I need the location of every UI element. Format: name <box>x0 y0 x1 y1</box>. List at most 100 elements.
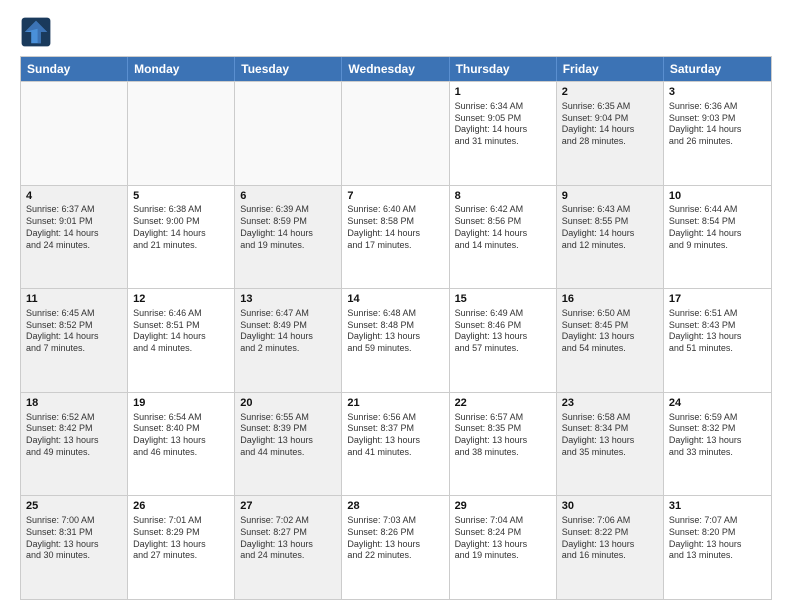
day-info: Sunrise: 6:54 AM Sunset: 8:40 PM Dayligh… <box>133 412 229 459</box>
day-number: 27 <box>240 499 336 514</box>
day-info: Sunrise: 7:02 AM Sunset: 8:27 PM Dayligh… <box>240 515 336 562</box>
calendar-cell: 31Sunrise: 7:07 AM Sunset: 8:20 PM Dayli… <box>664 496 771 599</box>
day-info: Sunrise: 6:55 AM Sunset: 8:39 PM Dayligh… <box>240 412 336 459</box>
calendar-row-1: 4Sunrise: 6:37 AM Sunset: 9:01 PM Daylig… <box>21 185 771 289</box>
day-number: 28 <box>347 499 443 514</box>
calendar-cell: 28Sunrise: 7:03 AM Sunset: 8:26 PM Dayli… <box>342 496 449 599</box>
day-number: 24 <box>669 396 766 411</box>
calendar-cell: 5Sunrise: 6:38 AM Sunset: 9:00 PM Daylig… <box>128 186 235 289</box>
calendar-cell: 27Sunrise: 7:02 AM Sunset: 8:27 PM Dayli… <box>235 496 342 599</box>
day-number: 2 <box>562 85 658 100</box>
page: SundayMondayTuesdayWednesdayThursdayFrid… <box>0 0 792 612</box>
calendar-row-3: 18Sunrise: 6:52 AM Sunset: 8:42 PM Dayli… <box>21 392 771 496</box>
calendar-cell: 18Sunrise: 6:52 AM Sunset: 8:42 PM Dayli… <box>21 393 128 496</box>
day-info: Sunrise: 6:47 AM Sunset: 8:49 PM Dayligh… <box>240 308 336 355</box>
day-number: 9 <box>562 189 658 204</box>
calendar-cell: 22Sunrise: 6:57 AM Sunset: 8:35 PM Dayli… <box>450 393 557 496</box>
day-info: Sunrise: 6:59 AM Sunset: 8:32 PM Dayligh… <box>669 412 766 459</box>
calendar-cell: 11Sunrise: 6:45 AM Sunset: 8:52 PM Dayli… <box>21 289 128 392</box>
calendar-cell: 9Sunrise: 6:43 AM Sunset: 8:55 PM Daylig… <box>557 186 664 289</box>
calendar-cell: 23Sunrise: 6:58 AM Sunset: 8:34 PM Dayli… <box>557 393 664 496</box>
calendar-cell: 3Sunrise: 6:36 AM Sunset: 9:03 PM Daylig… <box>664 82 771 185</box>
calendar-cell: 20Sunrise: 6:55 AM Sunset: 8:39 PM Dayli… <box>235 393 342 496</box>
day-number: 26 <box>133 499 229 514</box>
day-header-wednesday: Wednesday <box>342 57 449 81</box>
day-info: Sunrise: 7:07 AM Sunset: 8:20 PM Dayligh… <box>669 515 766 562</box>
day-info: Sunrise: 6:49 AM Sunset: 8:46 PM Dayligh… <box>455 308 551 355</box>
calendar: SundayMondayTuesdayWednesdayThursdayFrid… <box>20 56 772 600</box>
day-info: Sunrise: 6:43 AM Sunset: 8:55 PM Dayligh… <box>562 204 658 251</box>
day-header-saturday: Saturday <box>664 57 771 81</box>
calendar-cell: 26Sunrise: 7:01 AM Sunset: 8:29 PM Dayli… <box>128 496 235 599</box>
day-info: Sunrise: 6:58 AM Sunset: 8:34 PM Dayligh… <box>562 412 658 459</box>
calendar-cell: 25Sunrise: 7:00 AM Sunset: 8:31 PM Dayli… <box>21 496 128 599</box>
day-number: 16 <box>562 292 658 307</box>
day-number: 18 <box>26 396 122 411</box>
calendar-cell: 16Sunrise: 6:50 AM Sunset: 8:45 PM Dayli… <box>557 289 664 392</box>
calendar-cell: 12Sunrise: 6:46 AM Sunset: 8:51 PM Dayli… <box>128 289 235 392</box>
day-number: 14 <box>347 292 443 307</box>
day-number: 8 <box>455 189 551 204</box>
day-info: Sunrise: 6:37 AM Sunset: 9:01 PM Dayligh… <box>26 204 122 251</box>
logo-icon <box>20 16 52 48</box>
day-info: Sunrise: 6:48 AM Sunset: 8:48 PM Dayligh… <box>347 308 443 355</box>
day-info: Sunrise: 6:38 AM Sunset: 9:00 PM Dayligh… <box>133 204 229 251</box>
calendar-cell: 30Sunrise: 7:06 AM Sunset: 8:22 PM Dayli… <box>557 496 664 599</box>
day-number: 22 <box>455 396 551 411</box>
day-header-friday: Friday <box>557 57 664 81</box>
day-number: 25 <box>26 499 122 514</box>
day-info: Sunrise: 6:44 AM Sunset: 8:54 PM Dayligh… <box>669 204 766 251</box>
calendar-row-0: 1Sunrise: 6:34 AM Sunset: 9:05 PM Daylig… <box>21 81 771 185</box>
calendar-cell: 14Sunrise: 6:48 AM Sunset: 8:48 PM Dayli… <box>342 289 449 392</box>
calendar-cell: 13Sunrise: 6:47 AM Sunset: 8:49 PM Dayli… <box>235 289 342 392</box>
calendar-cell: 7Sunrise: 6:40 AM Sunset: 8:58 PM Daylig… <box>342 186 449 289</box>
day-number: 10 <box>669 189 766 204</box>
day-number: 20 <box>240 396 336 411</box>
day-number: 3 <box>669 85 766 100</box>
day-number: 17 <box>669 292 766 307</box>
day-number: 31 <box>669 499 766 514</box>
day-number: 12 <box>133 292 229 307</box>
day-number: 5 <box>133 189 229 204</box>
day-number: 19 <box>133 396 229 411</box>
day-info: Sunrise: 6:39 AM Sunset: 8:59 PM Dayligh… <box>240 204 336 251</box>
day-header-thursday: Thursday <box>450 57 557 81</box>
day-header-monday: Monday <box>128 57 235 81</box>
day-number: 11 <box>26 292 122 307</box>
day-number: 13 <box>240 292 336 307</box>
calendar-cell <box>342 82 449 185</box>
calendar-cell: 24Sunrise: 6:59 AM Sunset: 8:32 PM Dayli… <box>664 393 771 496</box>
day-info: Sunrise: 6:45 AM Sunset: 8:52 PM Dayligh… <box>26 308 122 355</box>
day-number: 29 <box>455 499 551 514</box>
day-info: Sunrise: 7:01 AM Sunset: 8:29 PM Dayligh… <box>133 515 229 562</box>
day-number: 30 <box>562 499 658 514</box>
day-info: Sunrise: 6:36 AM Sunset: 9:03 PM Dayligh… <box>669 101 766 148</box>
day-info: Sunrise: 6:42 AM Sunset: 8:56 PM Dayligh… <box>455 204 551 251</box>
day-number: 21 <box>347 396 443 411</box>
calendar-cell: 17Sunrise: 6:51 AM Sunset: 8:43 PM Dayli… <box>664 289 771 392</box>
calendar-body: 1Sunrise: 6:34 AM Sunset: 9:05 PM Daylig… <box>21 81 771 599</box>
day-info: Sunrise: 6:46 AM Sunset: 8:51 PM Dayligh… <box>133 308 229 355</box>
logo <box>20 16 56 48</box>
day-header-sunday: Sunday <box>21 57 128 81</box>
calendar-cell: 21Sunrise: 6:56 AM Sunset: 8:37 PM Dayli… <box>342 393 449 496</box>
calendar-cell: 8Sunrise: 6:42 AM Sunset: 8:56 PM Daylig… <box>450 186 557 289</box>
calendar-cell: 19Sunrise: 6:54 AM Sunset: 8:40 PM Dayli… <box>128 393 235 496</box>
calendar-header: SundayMondayTuesdayWednesdayThursdayFrid… <box>21 57 771 81</box>
day-info: Sunrise: 6:50 AM Sunset: 8:45 PM Dayligh… <box>562 308 658 355</box>
day-info: Sunrise: 6:35 AM Sunset: 9:04 PM Dayligh… <box>562 101 658 148</box>
day-info: Sunrise: 6:56 AM Sunset: 8:37 PM Dayligh… <box>347 412 443 459</box>
day-info: Sunrise: 6:34 AM Sunset: 9:05 PM Dayligh… <box>455 101 551 148</box>
day-number: 7 <box>347 189 443 204</box>
calendar-cell: 15Sunrise: 6:49 AM Sunset: 8:46 PM Dayli… <box>450 289 557 392</box>
day-number: 4 <box>26 189 122 204</box>
day-info: Sunrise: 6:51 AM Sunset: 8:43 PM Dayligh… <box>669 308 766 355</box>
day-info: Sunrise: 6:57 AM Sunset: 8:35 PM Dayligh… <box>455 412 551 459</box>
calendar-cell: 2Sunrise: 6:35 AM Sunset: 9:04 PM Daylig… <box>557 82 664 185</box>
calendar-cell: 6Sunrise: 6:39 AM Sunset: 8:59 PM Daylig… <box>235 186 342 289</box>
calendar-row-4: 25Sunrise: 7:00 AM Sunset: 8:31 PM Dayli… <box>21 495 771 599</box>
calendar-cell <box>21 82 128 185</box>
calendar-row-2: 11Sunrise: 6:45 AM Sunset: 8:52 PM Dayli… <box>21 288 771 392</box>
day-info: Sunrise: 6:52 AM Sunset: 8:42 PM Dayligh… <box>26 412 122 459</box>
day-info: Sunrise: 7:00 AM Sunset: 8:31 PM Dayligh… <box>26 515 122 562</box>
